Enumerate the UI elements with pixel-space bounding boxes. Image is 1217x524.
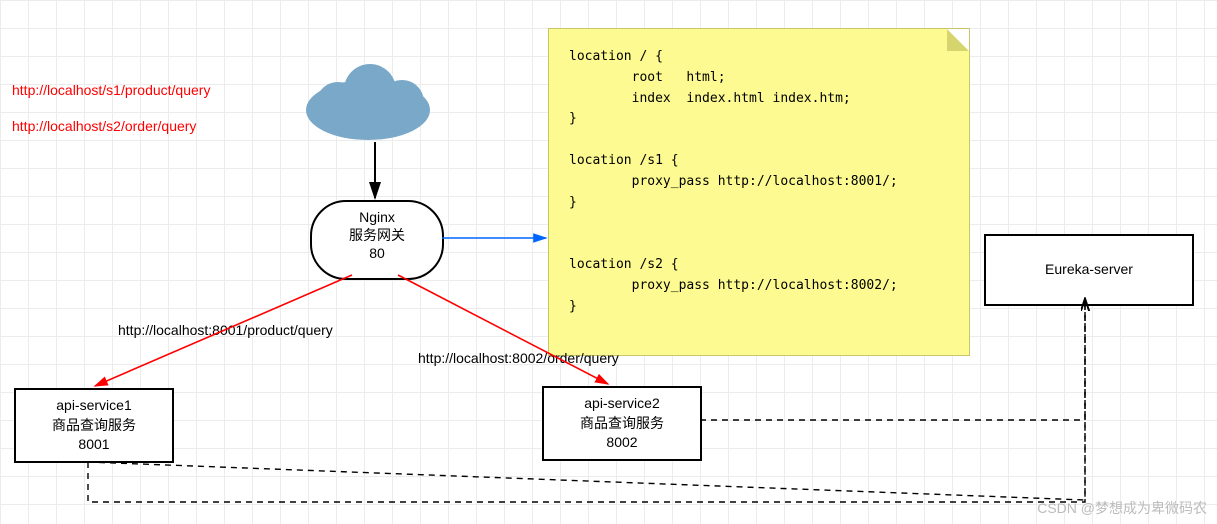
example-url-2: http://localhost/s2/order/query: [12, 118, 196, 134]
nginx-config-text: location / { root html; index index.html…: [569, 49, 898, 314]
eureka-node: Eureka-server: [984, 234, 1194, 306]
eureka-name: Eureka-server: [994, 260, 1184, 280]
api-service2-node: api-service2 商品查询服务 8002: [542, 386, 702, 461]
api-service2-desc: 商品查询服务: [552, 414, 692, 434]
nginx-port: 80: [312, 244, 442, 262]
api-service1-port: 8001: [24, 435, 164, 455]
api-service2-name: api-service2: [552, 394, 692, 414]
api-service1-name: api-service1: [24, 396, 164, 416]
edge-label-svc1: http://localhost:8001/product/query: [118, 322, 333, 338]
nginx-node: Nginx 服务网关 80: [310, 200, 444, 280]
nginx-config-note: location / { root html; index index.html…: [548, 28, 970, 356]
diagram-canvas: http://localhost/s1/product/query http:/…: [0, 0, 1217, 524]
nginx-title: Nginx: [312, 208, 442, 226]
api-service1-node: api-service1 商品查询服务 8001: [14, 388, 174, 463]
nginx-sub: 服务网关: [312, 226, 442, 244]
api-service2-port: 8002: [552, 433, 692, 453]
api-service1-desc: 商品查询服务: [24, 416, 164, 436]
example-url-1: http://localhost/s1/product/query: [12, 82, 210, 98]
edge-label-svc2: http://localhost:8002/order/query: [418, 350, 619, 366]
watermark: CSDN @梦想成为卑微码农: [1037, 498, 1207, 518]
